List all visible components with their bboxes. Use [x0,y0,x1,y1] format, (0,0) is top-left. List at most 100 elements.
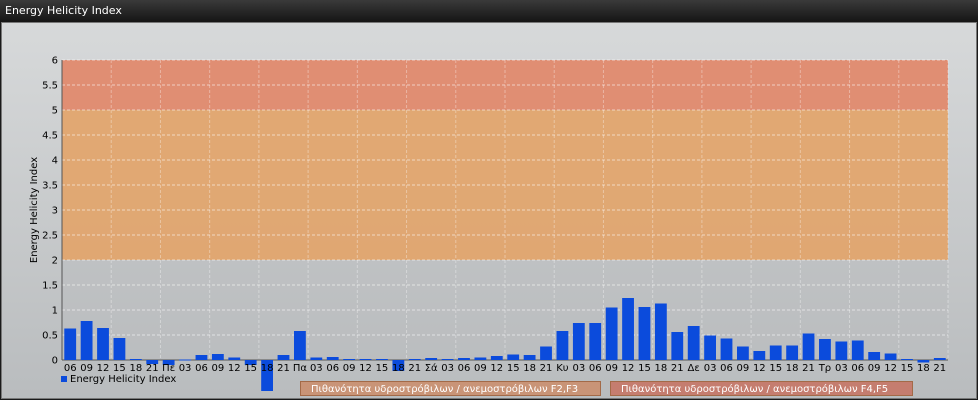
x-tick-label: 18 [523,363,536,374]
x-tick-label: 12 [490,363,503,374]
x-tick-label: 06 [589,363,602,374]
y-tick-label: 4 [52,156,58,167]
x-tick-label: 06 [458,363,471,374]
bar [704,335,716,360]
bar [343,359,356,360]
bar [556,331,569,360]
y-tick-label: 4.5 [42,131,58,142]
bar [113,338,126,360]
x-tick-label: Πε [162,363,175,374]
x-tick-label: Κυ [556,363,569,374]
legend-series-label: Energy Helicity Index [70,374,177,385]
x-tick-label: 09 [868,363,881,374]
bar [474,357,487,360]
bar [851,340,864,360]
x-tick-label: 15 [638,363,651,374]
bar [277,355,290,360]
x-tick-label: 06 [326,363,339,374]
bar [540,346,552,360]
x-tick-label: 09 [343,363,356,374]
x-tick-label: 12 [622,363,635,374]
x-tick-label: 15 [113,363,126,374]
bar [786,345,799,360]
bar [310,357,323,360]
x-tick-label: 09 [212,363,225,374]
x-tick-label: 09 [80,363,93,374]
bar [294,331,306,360]
bar [326,357,339,360]
x-tick-label: 03 [441,363,454,374]
bar [80,321,93,360]
x-tick-label: 12 [884,363,897,374]
x-tick-label: 03 [310,363,323,374]
x-tick-label: 06 [851,363,864,374]
legend-marker-icon [61,376,67,382]
x-tick-label: Δε [688,363,700,374]
bar [589,323,602,360]
y-tick-label: 3.5 [42,181,58,192]
legend-series-item[interactable]: Energy Helicity Index [61,374,176,385]
bar [408,359,421,360]
x-tick-label: 18 [655,363,668,374]
legend-band-f2f3: Πιθανότητα υδροστρόβιλων / ανεμοστρόβιλω… [300,381,601,396]
chart-svg: 00.511.522.533.544.555.5606 09 12 15 18 21 Πε 0… [29,56,949,391]
y-tick-label: 3 [52,206,58,217]
x-tick-label: 03 [179,363,192,374]
bar [819,339,831,360]
x-tick-label: 21 [408,363,421,374]
x-tick-label: 21 [933,363,946,374]
bar [638,307,651,360]
bar [441,359,454,360]
x-tick-label: 12 [359,363,372,374]
y-tick-label: 1 [52,306,58,317]
bar [572,323,585,360]
x-tick-label: 18 [786,363,799,374]
x-tick-label: 15 [507,363,520,374]
bar [884,353,897,360]
x-tick-label: 03 [835,363,848,374]
bar [687,326,700,360]
x-tick-label: 18 [392,363,405,374]
bar [195,355,208,360]
x-tick-label: 21 [671,363,684,374]
bar [523,355,536,360]
x-tick-label: 18 [129,363,142,374]
x-tick-label: Σά [425,362,438,374]
x-tick-label: 15 [769,363,782,374]
y-tick-label: 6 [52,56,58,67]
bar [835,341,848,360]
x-tick-label: 09 [474,363,487,374]
x-tick-label: 18 [261,363,274,374]
bar [868,352,881,360]
x-tick-label: 12 [97,363,110,374]
bar [654,303,667,360]
x-tick-label: 03 [572,363,585,374]
bar [507,354,520,360]
bar [211,354,224,360]
y-tick-label: 0 [52,356,58,367]
bar [129,359,142,360]
x-tick-label: 15 [244,363,257,374]
bar [671,332,684,360]
x-tick-label: 06 [195,363,208,374]
x-tick-label: 06 [64,363,77,374]
bar [622,298,634,360]
y-tick-label: 5 [52,106,58,117]
x-tick-label: 03 [704,363,717,374]
bar [64,328,77,360]
bar [605,307,618,360]
x-tick-label: 18 [917,363,930,374]
bar [179,359,191,361]
x-tick-label: Τρ [818,363,831,374]
x-tick-label: 21 [146,363,159,374]
bar [376,359,388,360]
bar [458,358,470,360]
bar [228,357,241,360]
x-tick-label: 15 [901,363,914,374]
bar [97,328,109,360]
bar [737,346,749,360]
x-tick-label: 12 [753,363,766,374]
bar [901,359,913,360]
y-tick-label: 0.5 [42,331,58,342]
x-tick-label: 12 [228,363,241,374]
